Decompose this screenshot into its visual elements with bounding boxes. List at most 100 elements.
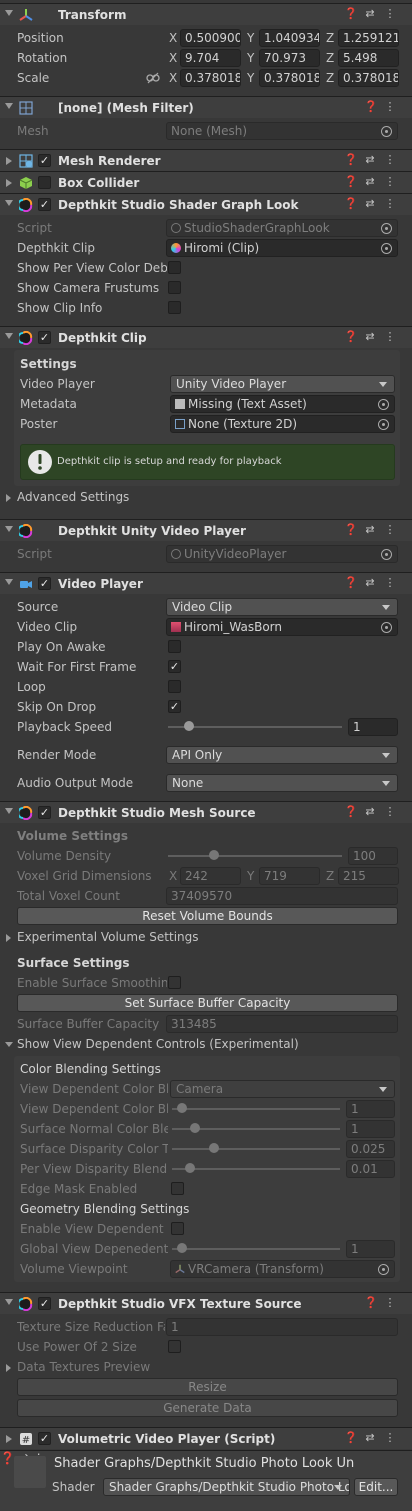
advanced-settings-foldout[interactable]: Advanced Settings — [0, 489, 412, 507]
mesh-object-field[interactable]: None (Mesh) — [166, 122, 398, 140]
kebab-menu-icon[interactable]: ⋮ — [384, 331, 396, 343]
preset-icon[interactable]: ⇄ — [364, 331, 376, 343]
per-view-debug-checkbox[interactable] — [168, 261, 181, 274]
position-z-field[interactable]: 1.259121 — [338, 29, 399, 47]
metadata-object-field[interactable]: Missing (Text Asset) — [170, 395, 395, 413]
play-on-awake-checkbox[interactable] — [168, 640, 181, 653]
object-picker-icon[interactable] — [381, 243, 392, 254]
help-icon[interactable]: ❓ — [344, 331, 358, 343]
foldout-arrow-icon[interactable] — [6, 1435, 12, 1443]
enable-checkbox[interactable]: ✓ — [38, 806, 51, 819]
shader-dropdown[interactable]: Shader Graphs/Depthkit Studio Photo Loo — [103, 1478, 350, 1496]
transform-header[interactable]: Transform ❓ ⇄ ⋮ — [0, 3, 412, 25]
video-clip-object-field[interactable]: Hiromi_WasBorn — [166, 618, 398, 636]
volumetric-player-header[interactable]: # ✓ Volumetric Video Player (Script) ❓ ⇄… — [0, 1427, 412, 1449]
enable-checkbox[interactable]: ✓ — [38, 154, 51, 167]
help-icon[interactable]: ❓ — [364, 101, 378, 113]
help-icon[interactable]: ❓ — [344, 154, 358, 166]
foldout-arrow-icon[interactable] — [5, 1299, 13, 1305]
kebab-menu-icon[interactable]: ⋮ — [384, 101, 396, 113]
preset-icon[interactable]: ⇄ — [364, 806, 376, 818]
foldout-arrow-icon[interactable] — [5, 579, 13, 585]
view-dependent-foldout[interactable]: Show View Dependent Controls (Experiment… — [0, 1036, 412, 1054]
loop-checkbox[interactable] — [168, 680, 181, 693]
slider-knob[interactable] — [183, 721, 194, 731]
vfx-source-header[interactable]: ✓ Depthkit Studio VFX Texture Source ❓ ⋮ — [0, 1292, 412, 1314]
position-x-field[interactable]: 0.500900 — [180, 29, 241, 47]
kebab-menu-icon[interactable]: ⋮ — [384, 806, 396, 818]
help-icon[interactable]: ❓ — [0, 1451, 15, 1465]
foldout-arrow-icon[interactable] — [5, 200, 13, 206]
render-mode-dropdown[interactable]: API Only — [166, 746, 398, 764]
enable-checkbox[interactable]: ✓ — [38, 1297, 51, 1310]
clip-info-checkbox[interactable] — [168, 301, 181, 314]
set-surface-buffer-button[interactable]: Set Surface Buffer Capacity — [17, 994, 398, 1012]
rotation-y-field[interactable]: 70.973 — [259, 49, 320, 67]
edit-shader-button[interactable]: Edit... — [354, 1478, 398, 1496]
preset-icon[interactable]: ⇄ — [364, 577, 376, 589]
skip-on-drop-checkbox[interactable]: ✓ — [168, 700, 181, 713]
object-picker-icon[interactable] — [378, 419, 389, 430]
position-y-field[interactable]: 1.040934 — [259, 29, 320, 47]
foldout-arrow-icon[interactable] — [5, 10, 13, 16]
preset-icon[interactable]: ⇄ — [364, 176, 376, 188]
wait-first-frame-checkbox[interactable]: ✓ — [168, 660, 181, 673]
kebab-menu-icon[interactable]: ⋮ — [384, 524, 396, 536]
help-icon[interactable]: ❓ — [364, 1297, 378, 1309]
foldout-arrow-icon[interactable] — [6, 157, 12, 165]
enable-checkbox[interactable]: ✓ — [38, 577, 51, 590]
experimental-volume-foldout[interactable]: Experimental Volume Settings — [0, 929, 412, 947]
help-icon[interactable]: ❓ — [344, 577, 358, 589]
foldout-arrow-icon[interactable] — [6, 179, 12, 187]
mesh-renderer-header[interactable]: ✓ Mesh Renderer ❓ ⇄ ⋮ — [0, 149, 412, 171]
help-icon[interactable]: ❓ — [344, 198, 358, 210]
foldout-arrow-icon[interactable] — [5, 808, 13, 814]
camera-frustums-checkbox[interactable] — [168, 281, 181, 294]
object-picker-icon[interactable] — [381, 622, 392, 633]
mesh-filter-header[interactable]: [none] (Mesh Filter) ❓ ⋮ — [0, 96, 412, 118]
rotation-x-field[interactable]: 9.704 — [180, 49, 241, 67]
generate-data-button[interactable]: Generate Data — [17, 1399, 398, 1417]
poster-object-field[interactable]: None (Texture 2D) — [170, 415, 395, 433]
help-icon[interactable]: ❓ — [344, 1432, 358, 1444]
resize-button[interactable]: Resize — [17, 1378, 398, 1396]
help-icon[interactable]: ❓ — [344, 8, 358, 20]
shader-look-header[interactable]: ✓ Depthkit Studio Shader Graph Look ❓ ⇄ … — [0, 193, 412, 215]
box-collider-header[interactable]: Box Collider ❓ ⇄ ⋮ — [0, 171, 412, 193]
unity-video-player-header[interactable]: Depthkit Unity Video Player ❓ ⇄ ⋮ — [0, 519, 412, 541]
foldout-arrow-icon[interactable] — [5, 103, 13, 109]
preset-icon[interactable]: ⇄ — [364, 154, 376, 166]
kebab-menu-icon[interactable]: ⋮ — [384, 8, 396, 20]
enable-checkbox[interactable]: ✓ — [38, 1432, 51, 1445]
kebab-menu-icon[interactable]: ⋮ — [384, 1432, 396, 1444]
data-textures-foldout[interactable]: Data Textures Preview — [0, 1359, 412, 1377]
enable-checkbox[interactable]: ✓ — [38, 198, 51, 211]
object-picker-icon[interactable] — [378, 399, 389, 410]
help-icon[interactable]: ❓ — [344, 524, 358, 536]
reset-volume-bounds-button[interactable]: Reset Volume Bounds — [17, 907, 398, 925]
scale-y-field[interactable]: 0.378018 — [259, 69, 320, 87]
link-scale-icon[interactable] — [146, 72, 160, 84]
video-player-dropdown[interactable]: Unity Video Player — [170, 375, 395, 393]
scale-z-field[interactable]: 0.378018 — [338, 69, 399, 87]
preset-icon[interactable]: ⇄ — [364, 8, 376, 20]
kebab-menu-icon[interactable]: ⋮ — [384, 176, 396, 188]
depthkit-clip-header[interactable]: ✓ Depthkit Clip ❓ ⇄ ⋮ — [0, 326, 412, 348]
foldout-arrow-icon[interactable] — [5, 526, 13, 532]
help-icon[interactable]: ❓ — [344, 176, 358, 188]
enable-checkbox[interactable] — [38, 176, 51, 189]
preset-icon[interactable]: ⇄ — [364, 198, 376, 210]
preset-icon[interactable]: ⇄ — [364, 1432, 376, 1444]
mesh-source-header[interactable]: ✓ Depthkit Studio Mesh Source ❓ ⇄ ⋮ — [0, 801, 412, 823]
foldout-arrow-icon[interactable] — [5, 333, 13, 339]
object-picker-icon[interactable] — [381, 126, 392, 137]
help-icon[interactable]: ❓ — [344, 806, 358, 818]
kebab-menu-icon[interactable]: ⋮ — [384, 154, 396, 166]
audio-output-dropdown[interactable]: None — [166, 774, 398, 792]
kebab-menu-icon[interactable]: ⋮ — [384, 198, 396, 210]
slider-track[interactable] — [168, 726, 342, 728]
scale-x-field[interactable]: 0.378018 — [180, 69, 241, 87]
enable-checkbox[interactable]: ✓ — [38, 331, 51, 344]
rotation-z-field[interactable]: 5.498 — [338, 49, 399, 67]
preset-icon[interactable]: ⇄ — [364, 524, 376, 536]
